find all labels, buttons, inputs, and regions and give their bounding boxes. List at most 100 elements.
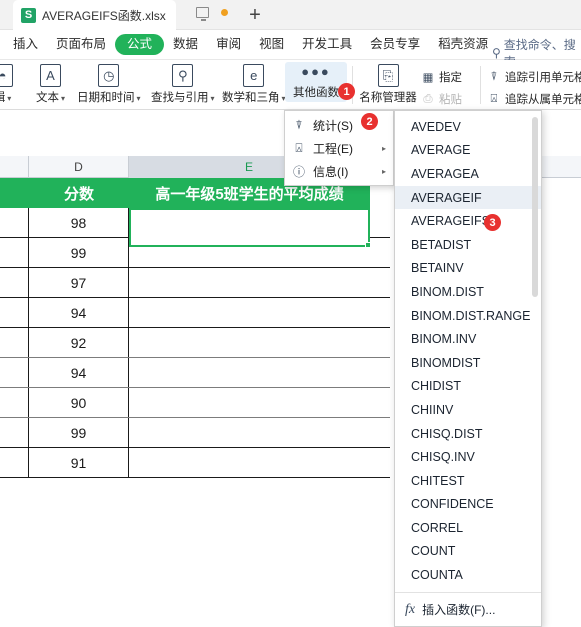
table-row: 94 bbox=[0, 358, 390, 388]
function-item-averageifs[interactable]: AVERAGEIFS bbox=[395, 209, 541, 233]
chevron-down-icon: ▾ bbox=[61, 94, 66, 103]
ribbon-math-functions[interactable]: e 数学和三角 ▾ bbox=[218, 62, 290, 107]
tab-insert[interactable]: 插入 bbox=[4, 35, 47, 54]
ribbon-trace-precedents-label: 追踪引用单元格 bbox=[505, 72, 581, 84]
row-label-cell[interactable] bbox=[0, 418, 29, 447]
trace-dependents-icon: ⍓ bbox=[490, 92, 498, 105]
text-icon: A bbox=[40, 64, 61, 87]
tab-developer-tools[interactable]: 开发工具 bbox=[293, 35, 361, 54]
score-cell[interactable]: 92 bbox=[29, 328, 129, 357]
monitor-icon[interactable] bbox=[196, 7, 209, 21]
ribbon-lookup-functions[interactable]: ⚲ 查找与引用 ▾ bbox=[147, 62, 219, 107]
function-item-chitest[interactable]: CHITEST bbox=[395, 469, 541, 493]
document-tab-label: AVERAGEIFS函数.xlsx bbox=[42, 8, 166, 23]
table-row: 99 bbox=[0, 418, 390, 448]
score-cell[interactable]: 94 bbox=[29, 298, 129, 327]
function-item-avedev[interactable]: AVEDEV bbox=[395, 115, 541, 139]
ribbon-datetime-functions[interactable]: ◷ 日期和时间 ▾ bbox=[73, 62, 145, 107]
score-cell[interactable]: 98 bbox=[29, 208, 129, 237]
ribbon-text-label: 文本 bbox=[36, 92, 59, 104]
ribbon-other-label: 其他函数 bbox=[293, 87, 339, 99]
row-label-cell[interactable] bbox=[0, 388, 29, 417]
function-item-correl[interactable]: CORREL bbox=[395, 516, 541, 540]
function-item-betadist[interactable]: BETADIST bbox=[395, 233, 541, 257]
function-list-scrollbar[interactable] bbox=[532, 117, 538, 297]
function-item-confidence[interactable]: CONFIDENCE bbox=[395, 493, 541, 517]
statistics-icon: ⍒ bbox=[295, 118, 303, 132]
column-header-d[interactable]: D bbox=[29, 156, 129, 178]
insert-function-button[interactable]: fx 插入函数(F)... bbox=[395, 592, 541, 626]
row-label-cell[interactable] bbox=[0, 448, 29, 477]
function-item-binom-dist[interactable]: BINOM.DIST bbox=[395, 280, 541, 304]
fill-handle[interactable] bbox=[365, 242, 371, 248]
ribbon-datetime-label: 日期和时间 bbox=[77, 92, 135, 104]
table-row: 97 bbox=[0, 268, 390, 298]
tab-view[interactable]: 视图 bbox=[250, 35, 293, 54]
ribbon-name-manager[interactable]: ⎘ 名称管理器 bbox=[359, 62, 417, 107]
function-item-averagea[interactable]: AVERAGEA bbox=[395, 162, 541, 186]
information-icon: ⓘ bbox=[292, 165, 305, 179]
function-item-binom-dist-range[interactable]: BINOM.DIST.RANGE bbox=[395, 304, 541, 328]
ribbon-math-label: 数学和三角 bbox=[222, 92, 280, 104]
score-cell[interactable]: 99 bbox=[29, 418, 129, 447]
ribbon-trace-dependents[interactable]: ⍓ 追踪从属单元格 bbox=[487, 91, 581, 107]
ribbon-trace-precedents[interactable]: ⍒ 追踪引用单元格 bbox=[487, 69, 581, 85]
function-item-averageif[interactable]: AVERAGEIF bbox=[395, 185, 541, 210]
table-row: 94 bbox=[0, 298, 390, 328]
row-label-cell[interactable] bbox=[0, 268, 29, 297]
more-dots-icon: ●●● bbox=[301, 64, 331, 79]
document-tab[interactable]: S AVERAGEIFS函数.xlsx bbox=[13, 0, 176, 30]
score-cell[interactable]: 97 bbox=[29, 268, 129, 297]
ribbon-text-functions[interactable]: A 文本 ▾ bbox=[32, 62, 69, 107]
math-icon: e bbox=[243, 64, 265, 87]
menu-item-information[interactable]: ⓘ 信息(I) ▸ bbox=[285, 160, 393, 183]
column-header-c[interactable] bbox=[0, 156, 29, 178]
ribbon-assign-name[interactable]: ▦ 指定 bbox=[421, 69, 462, 85]
ribbon-lookup-label: 查找与引用 bbox=[151, 92, 209, 104]
function-item-binomdist[interactable]: BINOMDIST bbox=[395, 351, 541, 375]
cell-d-header[interactable]: 分数 bbox=[29, 178, 129, 208]
tab-member-exclusive[interactable]: 会员专享 bbox=[361, 35, 429, 54]
tab-review[interactable]: 审阅 bbox=[207, 35, 250, 54]
ribbon-logic-functions[interactable]: ◓ 辑▾ bbox=[0, 62, 17, 107]
row-label-cell[interactable] bbox=[0, 298, 29, 327]
active-cell-e[interactable] bbox=[129, 208, 371, 248]
engineering-icon: ⍓ bbox=[295, 141, 303, 155]
row-label-cell[interactable] bbox=[0, 328, 29, 357]
score-cell[interactable]: 91 bbox=[29, 448, 129, 477]
ribbon-assign-name-label: 指定 bbox=[439, 72, 462, 84]
ribbon-logic-label: 辑 bbox=[0, 92, 5, 104]
function-item-binom-inv[interactable]: BINOM.INV bbox=[395, 327, 541, 351]
name-manager-icon: ⎘ bbox=[377, 64, 399, 87]
ribbon-paste-name-label: 粘贴 bbox=[439, 94, 462, 106]
row-label-cell[interactable] bbox=[0, 238, 29, 267]
tab-formulas[interactable]: 公式 bbox=[115, 34, 165, 55]
chevron-down-icon: ▾ bbox=[210, 94, 215, 103]
function-item-counta[interactable]: COUNTA bbox=[395, 563, 541, 587]
function-item-betainv[interactable]: BETAINV bbox=[395, 257, 541, 281]
new-tab-button[interactable]: + bbox=[243, 3, 267, 27]
trace-precedents-icon: ⍒ bbox=[490, 70, 498, 83]
tab-page-layout[interactable]: 页面布局 bbox=[47, 35, 115, 54]
title-bar: S AVERAGEIFS函数.xlsx + bbox=[0, 0, 581, 30]
score-cell[interactable]: 99 bbox=[29, 238, 129, 267]
function-item-average[interactable]: AVERAGE bbox=[395, 139, 541, 163]
function-item-chisq-dist[interactable]: CHISQ.DIST bbox=[395, 422, 541, 446]
ribbon-name-manager-label: 名称管理器 bbox=[359, 92, 417, 104]
score-cell[interactable]: 90 bbox=[29, 388, 129, 417]
function-item-chidist[interactable]: CHIDIST bbox=[395, 375, 541, 399]
function-item-chisq-inv[interactable]: CHISQ.INV bbox=[395, 445, 541, 469]
function-item-chiinv[interactable]: CHIINV bbox=[395, 398, 541, 422]
ribbon-trace-dependents-label: 追踪从属单元格 bbox=[505, 94, 581, 106]
score-cell[interactable]: 94 bbox=[29, 358, 129, 387]
ribbon-other-functions[interactable]: ●●● 其他函数 bbox=[285, 62, 347, 102]
tab-docer-resources[interactable]: 稻壳资源 bbox=[429, 35, 497, 54]
row-label-cell[interactable] bbox=[0, 208, 29, 237]
function-item-count[interactable]: COUNT bbox=[395, 540, 541, 564]
cell-c-header[interactable] bbox=[0, 178, 29, 208]
row-label-cell[interactable] bbox=[0, 358, 29, 387]
menu-item-engineering[interactable]: ⍓ 工程(E) ▸ bbox=[285, 137, 393, 160]
title-bar-status-icons bbox=[196, 7, 228, 21]
tab-data[interactable]: 数据 bbox=[164, 35, 207, 54]
assign-name-icon: ▦ bbox=[422, 72, 434, 84]
